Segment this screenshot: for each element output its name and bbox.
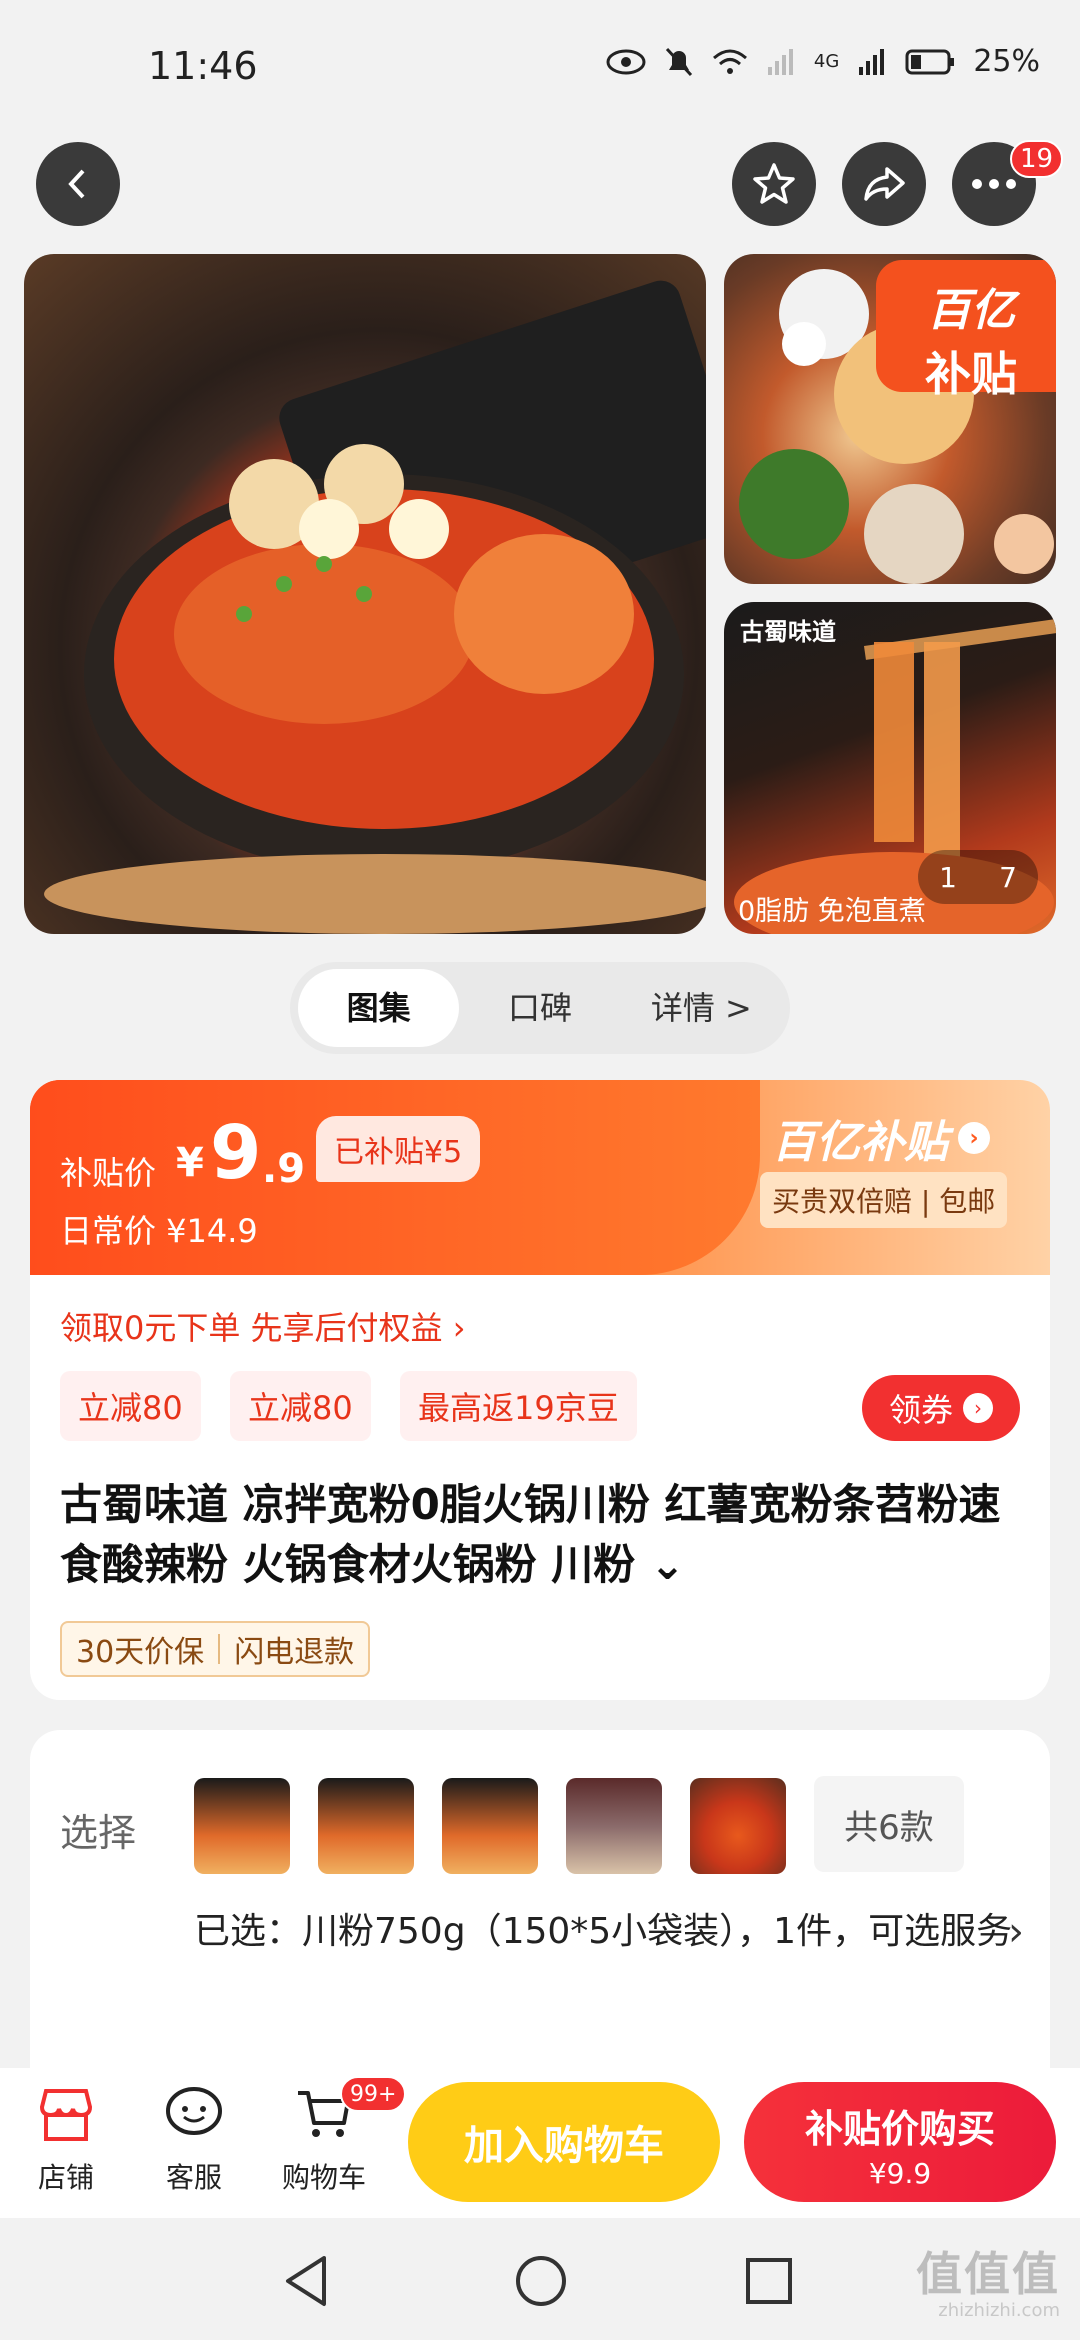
variant-thumb-4[interactable] bbox=[566, 1778, 662, 1874]
signal-icon-2 bbox=[859, 48, 885, 75]
service-label: 客服 bbox=[165, 2161, 222, 2194]
price-protect-tag: 30天价保 bbox=[76, 1635, 205, 1670]
store-icon bbox=[34, 2082, 98, 2146]
corner-badge-line1: 百亿 bbox=[927, 285, 1015, 336]
price-card: 补贴价 ¥ 9 .9 已补贴¥5 日常价 ¥14.9 百亿补贴 › 买贵双倍赔 … bbox=[30, 1080, 1050, 1700]
wifi-icon bbox=[712, 49, 747, 74]
nav-home-icon[interactable] bbox=[514, 2254, 568, 2308]
tab-reviews[interactable]: 口碑 bbox=[459, 969, 620, 1047]
selected-variant-text[interactable]: 已选：川粉750g（150*5小袋装），1件，可选服务 bbox=[194, 1896, 1034, 1968]
back-button[interactable] bbox=[36, 142, 120, 226]
status-bar: 11:46 4G 25% bbox=[0, 0, 1080, 130]
get-coupon-button[interactable]: 领券 › bbox=[862, 1375, 1020, 1441]
gallery-brand-text: 古蜀味道 bbox=[740, 618, 836, 646]
more-variants-button[interactable]: 共6款 bbox=[814, 1776, 964, 1872]
signal-icon-1 bbox=[767, 48, 793, 75]
chevron-right-icon: › bbox=[963, 1393, 993, 1423]
battery-text: 25% bbox=[973, 44, 1040, 79]
tab-gallery[interactable]: 图集 bbox=[298, 969, 460, 1047]
buy-button-label: 补贴价购买 bbox=[804, 2107, 995, 2151]
coupon-label: 领券 bbox=[888, 1391, 953, 1429]
customer-service-button[interactable]: 客服 bbox=[134, 2082, 254, 2196]
watermark-url: zhizhizhi.com bbox=[938, 2300, 1060, 2321]
product-title[interactable]: 古蜀味道 凉拌宽粉0脂火锅川粉 红薯宽粉条苕粉速食酸辣粉 火锅食材火锅粉 川粉 … bbox=[60, 1475, 1020, 1595]
bottom-action-bar: 店铺 客服 购物车 99+ 加入购物车 补贴价购买 ¥9.9 bbox=[0, 2068, 1080, 2218]
cart-count-badge: 99+ bbox=[340, 2076, 407, 2112]
star-icon bbox=[753, 163, 795, 204]
watermark-text: 值值值 bbox=[916, 2247, 1060, 2301]
variant-select-card[interactable]: 选择 共6款 已选：川粉750g（150*5小袋装），1件，可选服务 › bbox=[30, 1730, 1050, 2110]
discount-chip-1[interactable]: 立减80 bbox=[60, 1371, 201, 1441]
share-icon bbox=[864, 167, 905, 201]
daily-price: 日常价 ¥14.9 bbox=[60, 1212, 258, 1250]
variant-thumb-5[interactable] bbox=[690, 1778, 786, 1874]
variant-thumb-3[interactable] bbox=[442, 1778, 538, 1874]
chevron-right-icon[interactable]: › bbox=[1008, 1896, 1024, 1968]
tab-details[interactable]: 详情 > bbox=[621, 969, 782, 1047]
buy-button-price: ¥9.9 bbox=[868, 2157, 932, 2190]
add-to-cart-button[interactable]: 加入购物车 bbox=[408, 2082, 720, 2202]
subsidy-price-label: 补贴价 bbox=[60, 1154, 157, 1192]
billion-subsidy-logo[interactable]: 百亿补贴 › bbox=[772, 1106, 990, 1170]
subsidy-corner-badge: 百亿 补贴 bbox=[876, 260, 1056, 401]
subsidy-price-value: 9 bbox=[210, 1110, 262, 1196]
service-tags[interactable]: 30天价保 闪电退款 bbox=[60, 1621, 371, 1677]
chat-smile-icon bbox=[162, 2082, 226, 2146]
discount-chip-2[interactable]: 立减80 bbox=[230, 1371, 371, 1441]
chevron-left-icon bbox=[68, 169, 85, 199]
segment-tabs: 图集 口碑 详情 > bbox=[290, 962, 790, 1054]
notification-badge: 19 bbox=[1010, 140, 1064, 178]
gallery-counter-total: 7 bbox=[999, 860, 1017, 894]
status-time: 11:46 bbox=[148, 44, 258, 88]
favorite-button[interactable] bbox=[732, 142, 816, 226]
noodle-bowl-illustration bbox=[44, 280, 706, 934]
guarantee-tag: 买贵双倍赔 | 包邮 bbox=[760, 1172, 1008, 1228]
buy-now-button[interactable]: 补贴价购买 ¥9.9 bbox=[744, 2082, 1056, 2202]
side-image-top[interactable]: 百亿 补贴 bbox=[724, 254, 1056, 584]
chevron-right-icon: › bbox=[958, 1122, 990, 1154]
subsidized-amount-tag: 已补贴¥5 bbox=[316, 1116, 481, 1182]
status-icons: 4G 25% bbox=[606, 44, 1040, 79]
subsidy-price-yen: ¥ bbox=[176, 1140, 204, 1186]
eye-icon bbox=[606, 49, 646, 74]
gallery-counter-current: 1 bbox=[939, 860, 957, 894]
jd-bean-chip[interactable]: 最高返19京豆 bbox=[400, 1371, 637, 1441]
nav-recents-icon[interactable] bbox=[744, 2256, 794, 2306]
store-button[interactable]: 店铺 bbox=[6, 2082, 126, 2196]
variant-thumb-2[interactable] bbox=[318, 1778, 414, 1874]
tag-divider bbox=[218, 1634, 221, 1664]
gallery-caption: 0脂肪 免泡直煮 bbox=[738, 896, 926, 927]
fast-refund-tag: 闪电退款 bbox=[234, 1635, 355, 1670]
price-band: 补贴价 ¥ 9 .9 已补贴¥5 日常价 ¥14.9 百亿补贴 › 买贵双倍赔 … bbox=[30, 1080, 1050, 1275]
nav-back-icon[interactable] bbox=[282, 2254, 332, 2308]
select-label: 选择 bbox=[60, 1811, 137, 1855]
more-dots-icon bbox=[972, 179, 1016, 189]
mute-bell-icon bbox=[665, 47, 693, 76]
gallery-counter: 1 7 bbox=[918, 850, 1038, 904]
billion-subsidy-text: 百亿补贴 bbox=[772, 1117, 948, 1168]
corner-badge-line2: 补贴 bbox=[925, 347, 1017, 401]
variant-thumb-1[interactable] bbox=[194, 1778, 290, 1874]
side-image-bottom[interactable]: 古蜀味道 0脂肪 免泡直煮 1 7 bbox=[724, 602, 1056, 934]
network-type: 4G bbox=[813, 51, 840, 72]
battery-icon bbox=[905, 49, 955, 74]
share-button[interactable] bbox=[842, 142, 926, 226]
cart-label: 购物车 bbox=[281, 2161, 366, 2194]
store-label: 店铺 bbox=[37, 2161, 94, 2194]
product-gallery[interactable]: 百亿 补贴 古蜀味道 0脂肪 免泡直煮 1 7 bbox=[0, 250, 1080, 940]
price-body: 领取0元下单 先享后付权益 › 立减80 立减80 最高返19京豆 领券 › 古… bbox=[30, 1275, 1050, 1700]
pay-later-promo[interactable]: 领取0元下单 先享后付权益 › bbox=[60, 1303, 466, 1349]
main-product-image[interactable] bbox=[24, 254, 706, 934]
cart-button[interactable]: 购物车 99+ bbox=[264, 2076, 407, 2196]
subsidy-price-decimal: .9 bbox=[262, 1146, 306, 1192]
